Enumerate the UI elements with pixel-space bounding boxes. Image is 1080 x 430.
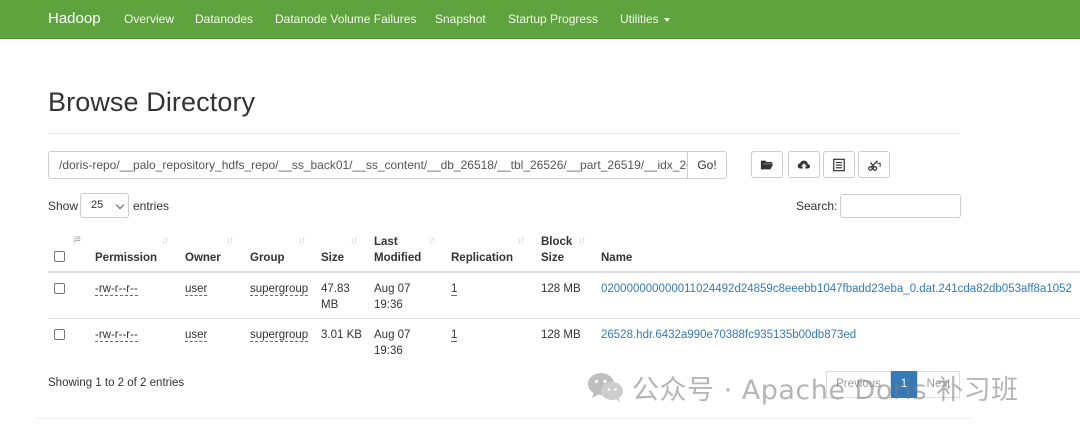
list-view-button[interactable] — [823, 151, 855, 178]
pagination-next[interactable]: Next — [917, 371, 960, 398]
create-directory-button[interactable] — [751, 151, 783, 178]
modified-date: Aug 07 — [374, 329, 411, 341]
size-unit: MB — [321, 299, 339, 311]
nav-datanode-volume-failures[interactable]: Datanode Volume Failures — [275, 12, 416, 26]
col-last-modified-line2[interactable]: Modified — [374, 250, 421, 266]
col-block-size-line2[interactable]: Size — [541, 250, 564, 266]
nav-overview[interactable]: Overview — [124, 12, 174, 26]
owner-value[interactable]: user — [185, 283, 208, 296]
block-size-value: 128 MB — [541, 283, 581, 295]
entries-label: entries — [133, 199, 170, 213]
col-permission[interactable]: Permission — [95, 250, 157, 266]
list-icon — [833, 158, 845, 171]
col-block-size-line1[interactable]: Block — [541, 234, 572, 250]
row-divider — [48, 318, 1080, 319]
page-title: Browse Directory — [48, 87, 256, 117]
size-value: 47.83 — [321, 283, 350, 295]
block-size-value: 128 MB — [541, 329, 581, 341]
wechat-icon — [588, 373, 623, 402]
directory-path-input[interactable]: /doris-repo/__palo_repository_hdfs_repo/… — [48, 151, 688, 179]
col-last-modified-line1[interactable]: Last — [374, 234, 398, 250]
modified-time: 19:36 — [374, 299, 403, 311]
table-header-border — [48, 271, 1080, 273]
pagination-page-1[interactable]: 1 — [891, 371, 917, 398]
search-label: Search: — [796, 199, 838, 213]
nav-snapshot[interactable]: Snapshot — [435, 12, 486, 26]
col-size[interactable]: Size — [321, 250, 344, 266]
modified-time: 19:36 — [374, 345, 403, 357]
permission-value[interactable]: -rw-r--r-- — [95, 283, 138, 296]
sort-icon[interactable]: ↓↑ — [428, 235, 436, 246]
col-name[interactable]: Name — [601, 250, 632, 266]
owner-value[interactable]: user — [185, 329, 208, 342]
sort-asc-icon[interactable]: ↓≡ — [72, 234, 81, 245]
folder-open-icon — [760, 160, 774, 169]
pagination-previous[interactable]: Previous — [826, 371, 891, 398]
sort-icon[interactable]: ↓↑ — [517, 235, 525, 246]
table-info: Showing 1 to 2 of 2 entries — [48, 377, 185, 389]
group-value[interactable]: supergroup — [250, 283, 309, 296]
col-owner[interactable]: Owner — [185, 250, 221, 266]
sort-icon[interactable]: ↓↑ — [578, 235, 586, 246]
top-navbar: Hadoop Overview Datanodes Datanode Volum… — [0, 0, 1080, 39]
col-replication[interactable]: Replication — [451, 250, 513, 266]
brand-logo[interactable]: Hadoop — [48, 10, 101, 27]
file-name-link[interactable]: 26528.hdr.6432a990e70388fc935135b00db873… — [601, 327, 856, 343]
cut-icon — [868, 159, 881, 171]
file-name-link[interactable]: 020000000000011024492d24859c8eeebb1047fb… — [601, 281, 1072, 297]
nav-utilities-label: Utilities — [620, 12, 659, 26]
group-value[interactable]: supergroup — [250, 329, 309, 342]
replication-value[interactable]: 1 — [451, 329, 458, 342]
entries-select-value: 25 — [91, 199, 104, 211]
sort-icon[interactable]: ↓↑ — [226, 235, 234, 246]
footer-divider — [36, 418, 972, 419]
cloud-upload-icon — [797, 160, 811, 169]
sort-icon[interactable]: ↓↑ — [161, 235, 169, 246]
chevron-down-icon — [115, 200, 125, 210]
row-checkbox[interactable] — [54, 329, 65, 340]
cut-paste-button[interactable] — [858, 151, 890, 178]
size-value: 3.01 KB — [321, 329, 362, 341]
divider — [48, 133, 960, 134]
sort-icon[interactable]: ↓↑ — [298, 235, 306, 246]
nav-utilities-dropdown[interactable]: Utilities — [620, 12, 670, 26]
caret-down-icon — [663, 17, 670, 22]
row-checkbox[interactable] — [54, 283, 65, 294]
replication-value[interactable]: 1 — [451, 283, 458, 296]
go-button[interactable]: Go! — [687, 151, 727, 179]
select-all-checkbox[interactable] — [54, 251, 65, 262]
search-input[interactable] — [840, 194, 961, 218]
modified-date: Aug 07 — [374, 283, 411, 295]
nav-datanodes[interactable]: Datanodes — [195, 12, 253, 26]
nav-startup-progress[interactable]: Startup Progress — [508, 12, 598, 26]
entries-per-page-select[interactable]: 25 — [80, 193, 129, 218]
permission-value[interactable]: -rw-r--r-- — [95, 329, 138, 342]
col-group[interactable]: Group — [250, 250, 285, 266]
show-label: Show — [48, 199, 79, 213]
upload-files-button[interactable] — [788, 151, 820, 178]
sort-icon[interactable]: ↓↑ — [350, 235, 358, 246]
